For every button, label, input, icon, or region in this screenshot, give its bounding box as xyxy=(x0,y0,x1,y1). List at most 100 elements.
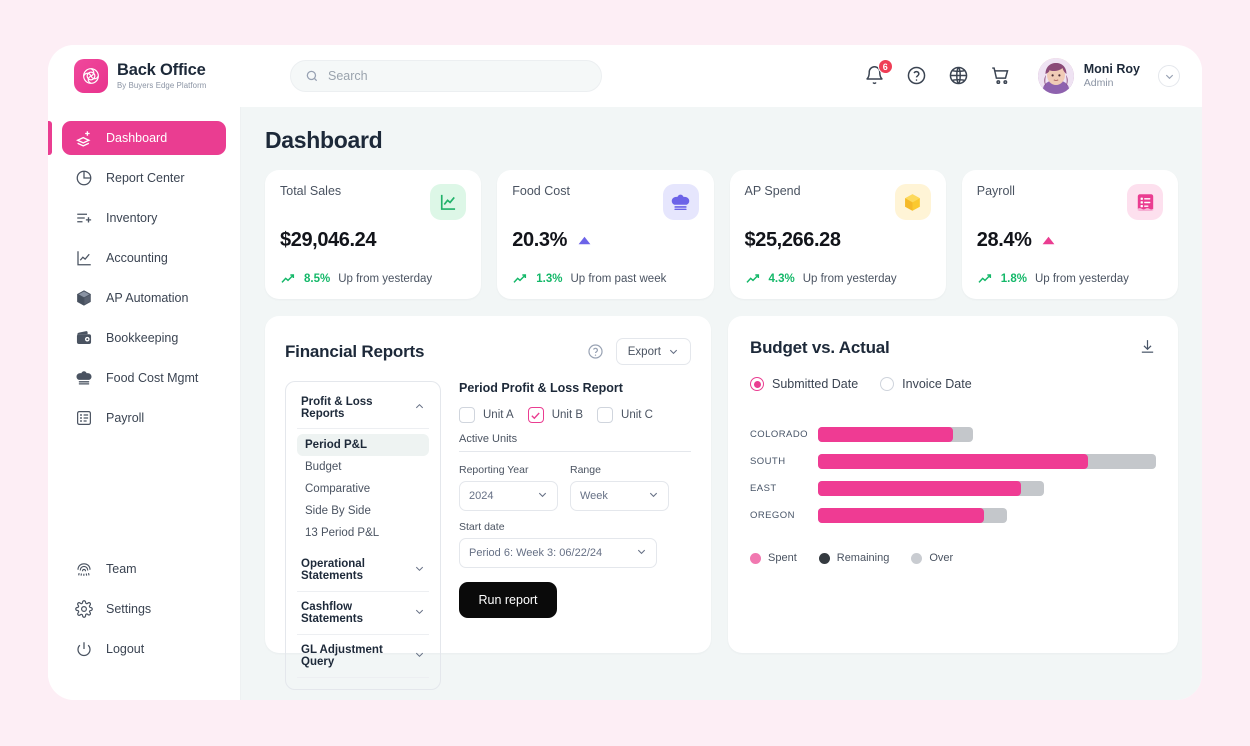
kpi-label: Food Cost xyxy=(512,184,570,198)
sidebar-item-settings[interactable]: Settings xyxy=(62,592,226,626)
reporting-year-select[interactable]: 2024 xyxy=(459,481,558,511)
help-circle-icon[interactable] xyxy=(587,343,604,360)
line-chart-icon xyxy=(430,184,467,220)
sidebar-item-ap-automation[interactable]: AP Automation xyxy=(62,281,226,315)
chevron-down-icon xyxy=(414,563,425,577)
sidebar-item-inventory[interactable]: Inventory xyxy=(62,201,226,235)
range-select[interactable]: Week xyxy=(570,481,669,511)
checkbox-box xyxy=(527,407,544,423)
budget-vs-actual-panel: Budget vs. Actual Submitted Date Invoice… xyxy=(728,316,1178,653)
radio-button xyxy=(880,377,895,391)
run-report-button[interactable]: Run report xyxy=(459,582,557,618)
download-icon[interactable] xyxy=(1139,338,1156,360)
user-menu[interactable]: Moni Roy Admin xyxy=(1037,58,1180,94)
kpi-delta-text: Up from past week xyxy=(570,273,667,285)
sidebar-item-dashboard[interactable]: Dashboard xyxy=(62,121,226,155)
export-button[interactable]: Export xyxy=(615,338,691,365)
financial-reports-panel: Financial Reports Export Profit & Loss R… xyxy=(265,316,711,690)
report-group-gl-adjustment-query[interactable]: GL Adjustment Query xyxy=(297,635,429,678)
unit-checkbox-unit-c[interactable]: Unit C xyxy=(597,407,653,423)
chart-bar-spent xyxy=(818,481,1021,496)
radio-button xyxy=(750,377,764,391)
report-group-operational-statements[interactable]: Operational Statements xyxy=(297,549,429,592)
report-group-profit-loss[interactable]: Profit & Loss Reports xyxy=(297,393,429,429)
kpi-value: 28.4% xyxy=(976,229,1032,251)
sidebar-item-label: Dashboard xyxy=(106,131,168,145)
kpi-card-total-sales: Total Sales $29,046.24 8.5% Up from yest… xyxy=(265,170,482,299)
report-item-side-by-side[interactable]: Side By Side xyxy=(297,500,429,522)
report-item-13-period-pl[interactable]: 13 Period P&L xyxy=(297,522,429,544)
date-type-radio-group: Submitted Date Invoice Date xyxy=(750,377,1156,391)
sidebar-item-food-cost-mgmt[interactable]: Food Cost Mgmt xyxy=(62,361,226,395)
legend-item-over: Over xyxy=(911,552,953,564)
chart-row: OREGON xyxy=(750,502,1156,529)
sidebar-item-label: Report Center xyxy=(106,171,185,185)
report-group-list: Profit & Loss Reports Period P&L Budget … xyxy=(285,381,441,690)
report-item-budget[interactable]: Budget xyxy=(297,456,429,478)
kpi-delta-pct: 1.8% xyxy=(1000,273,1027,285)
notification-bell-icon[interactable]: 6 xyxy=(864,59,893,87)
chart-track xyxy=(818,481,1156,496)
chevron-down-icon[interactable] xyxy=(1158,65,1180,87)
report-group-cashflow-statements[interactable]: Cashflow Statements xyxy=(297,592,429,635)
sidebar-item-label: Food Cost Mgmt xyxy=(106,371,199,385)
sidebar-item-label: Settings xyxy=(106,602,152,616)
help-circle-icon[interactable] xyxy=(906,65,928,87)
unit-checkbox-unit-a[interactable]: Unit A xyxy=(459,407,514,423)
chart-category-label: COLORADO xyxy=(750,429,808,440)
trend-up-icon xyxy=(281,274,295,283)
page-root: Back Office By Buyers Edge Platform Sear… xyxy=(0,0,1250,746)
search-input[interactable]: Search xyxy=(290,60,602,92)
trend-up-icon xyxy=(978,274,991,283)
chart-bar-spent xyxy=(818,427,954,442)
kpi-value: $25,266.28 xyxy=(744,229,842,251)
chart-track xyxy=(818,508,1156,523)
cart-icon[interactable] xyxy=(990,65,1012,87)
sidebar-item-bookkeeping[interactable]: Bookkeeping xyxy=(62,321,226,355)
radio-label: Submitted Date xyxy=(772,377,859,391)
report-items: Period P&L Budget Comparative Side By Si… xyxy=(297,434,429,544)
radio-submitted-date[interactable]: Submitted Date xyxy=(750,377,858,391)
chef-hat-icon xyxy=(662,184,699,220)
unit-checkbox-unit-b[interactable]: Unit B xyxy=(527,407,583,423)
trend-up-icon xyxy=(745,274,759,283)
kpi-delta-pct: 4.3% xyxy=(768,273,795,285)
legend-item-spent: Spent xyxy=(750,552,797,564)
wallet-icon xyxy=(74,329,93,348)
budget-actual-chart: COLORADO SOUTH EAST OREGON xyxy=(750,421,1156,529)
checkbox-box xyxy=(459,407,475,423)
chevron-down-icon xyxy=(648,489,659,503)
report-group-label: GL Adjustment Query xyxy=(301,644,383,668)
sidebar-item-logout[interactable]: Logout xyxy=(62,632,226,666)
user-role: Admin xyxy=(1083,77,1114,90)
radio-invoice-date[interactable]: Invoice Date xyxy=(880,377,972,391)
report-item-comparative[interactable]: Comparative xyxy=(297,478,429,500)
sidebar-item-accounting[interactable]: Accounting xyxy=(62,241,226,275)
box-icon xyxy=(74,289,93,308)
page-title: Dashboard xyxy=(265,127,383,153)
range-field: Range Week xyxy=(570,464,669,511)
legend-label: Over xyxy=(929,552,954,564)
chevron-down-icon xyxy=(414,606,425,620)
sidebar-item-report-center[interactable]: Report Center xyxy=(62,161,226,195)
sidebar-item-label: Bookkeeping xyxy=(106,331,179,345)
legend-dot xyxy=(911,552,923,564)
sidebar-item-team[interactable]: Team xyxy=(62,552,226,586)
pie-chart-icon xyxy=(74,169,93,188)
globe-icon[interactable] xyxy=(948,65,970,87)
chevron-down-icon xyxy=(636,546,647,560)
chart-row: SOUTH xyxy=(750,448,1156,475)
search-icon xyxy=(306,70,318,82)
brand[interactable]: Back Office By Buyers Edge Platform xyxy=(74,59,240,93)
reporting-year-field: Reporting Year 2024 xyxy=(459,464,558,511)
sidebar-item-payroll[interactable]: Payroll xyxy=(62,401,226,435)
report-item-period-pl[interactable]: Period P&L xyxy=(297,434,429,456)
kpi-label: AP Spend xyxy=(744,184,801,198)
start-date-select[interactable]: Period 6: Week 3: 06/22/24 xyxy=(459,538,657,568)
report-group-label: Profit & Loss Reports xyxy=(301,396,373,420)
chart-legend: Spent Remaining Over xyxy=(750,552,1156,564)
chef-hat-icon xyxy=(74,369,93,388)
panel-title: Financial Reports xyxy=(285,341,425,361)
chart-row: COLORADO xyxy=(750,421,1156,448)
report-form-title: Period Profit & Loss Report xyxy=(459,381,623,395)
